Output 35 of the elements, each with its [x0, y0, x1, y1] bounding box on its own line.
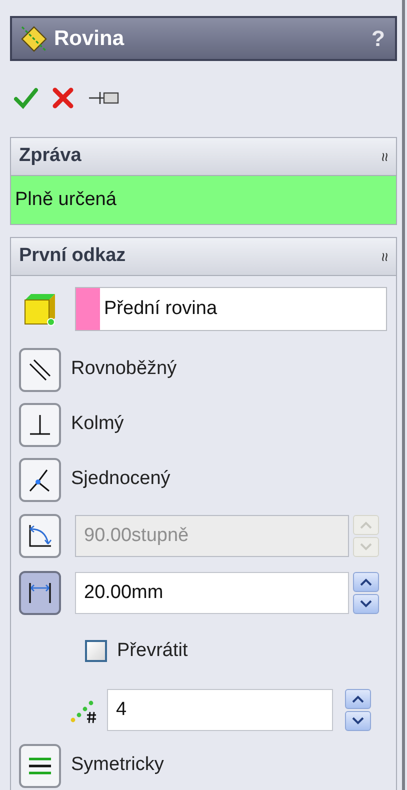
mode-button[interactable]: [19, 570, 61, 614]
section-title: První odkaz: [19, 244, 126, 268]
caret-down-icon: [351, 716, 365, 724]
caret-down-icon: [359, 542, 373, 550]
ok-check-icon[interactable]: [14, 87, 38, 109]
mode-button[interactable]: [19, 458, 61, 502]
collapse-icon[interactable]: ≈: [372, 252, 396, 261]
option-label: Kolmý: [71, 412, 124, 436]
caret-up-icon: [359, 578, 373, 586]
option-label: Symetricky: [71, 753, 164, 778]
reference-field[interactable]: Přední rovina: [75, 287, 387, 331]
mode-button[interactable]: [19, 402, 61, 446]
status-message: Plně určená: [11, 176, 396, 224]
spin-up-button[interactable]: [353, 572, 379, 592]
option-label: Rovnoběžný: [71, 357, 177, 382]
section-header[interactable]: Zpráva ≈: [11, 138, 396, 176]
option-label: Sjednocený: [71, 467, 170, 492]
checkbox-label: Převrátit: [117, 638, 188, 663]
spin-down-button[interactable]: [345, 710, 371, 730]
caret-up-icon: [359, 520, 373, 528]
checkbox[interactable]: [85, 640, 107, 662]
count-field[interactable]: 4: [107, 688, 333, 730]
spin-up-button[interactable]: [345, 688, 371, 708]
caret-up-icon: [351, 694, 365, 702]
spin-down-button[interactable]: [353, 594, 379, 614]
collapse-icon[interactable]: ≈: [372, 152, 396, 161]
caret-down-icon: [359, 600, 373, 608]
value-field[interactable]: 20.00mm: [75, 572, 349, 614]
mode-button[interactable]: [19, 744, 61, 788]
window-title: Rovina: [54, 26, 124, 52]
mode-button[interactable]: [19, 348, 61, 392]
close-icon[interactable]: [52, 87, 74, 109]
reference-value: Přední rovina: [103, 296, 218, 321]
section-title: Zpráva: [19, 144, 82, 168]
section-header[interactable]: První odkaz ≈: [11, 238, 396, 276]
